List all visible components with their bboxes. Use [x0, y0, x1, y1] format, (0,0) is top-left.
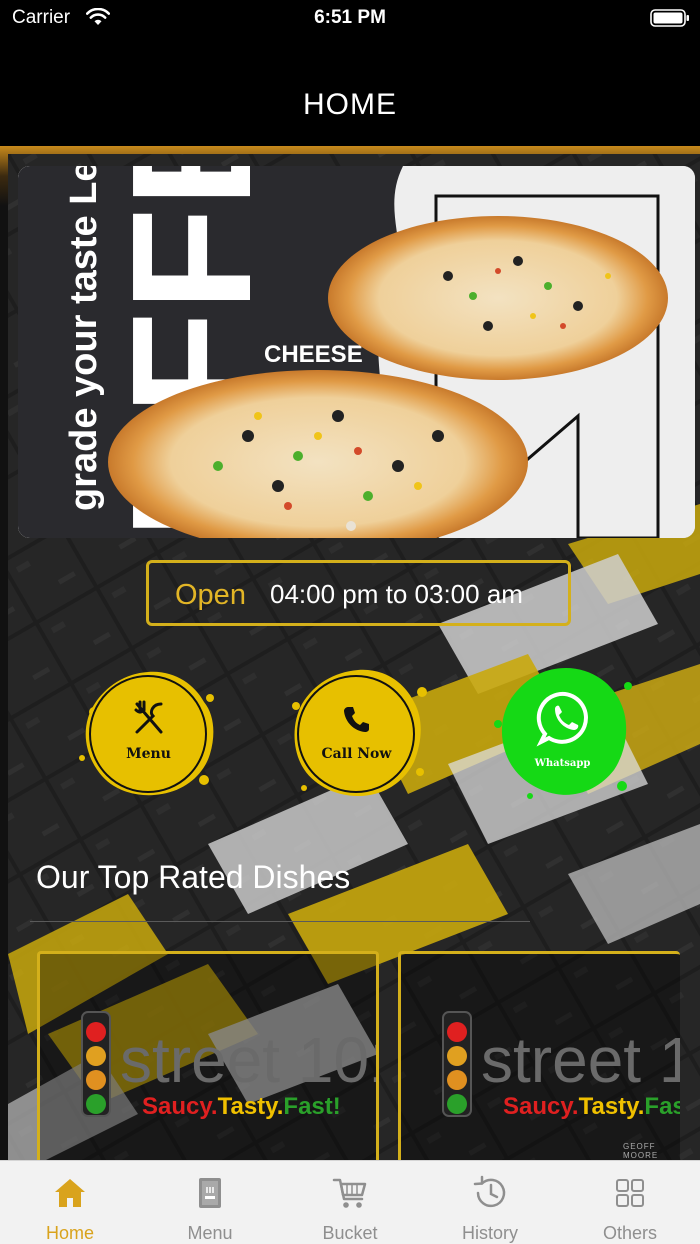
dish-card[interactable]: street 101 Saucy.Tasty.Fast! GEOFF MOORE	[398, 951, 680, 1160]
clock: 6:51 PM	[314, 7, 386, 28]
open-status: Open	[175, 579, 246, 611]
banner-cheese-label: CHEESE	[264, 341, 363, 368]
svg-text:Saucy.Tasty.Fast!: Saucy.Tasty.Fast!	[503, 1093, 680, 1120]
status-bar: Carrier 6:51 PM	[0, 0, 700, 40]
page-title: HOME	[303, 88, 397, 121]
whatsapp-label: Whatsapp	[534, 758, 591, 769]
menu-button[interactable]: Menu	[76, 662, 221, 807]
cart-icon	[332, 1178, 367, 1208]
promo-banner[interactable]: grade your taste Level UFFE CHEESE	[18, 166, 695, 538]
call-now-button[interactable]: Call Now	[284, 662, 429, 807]
dish-card[interactable]: street 101 Saucy.Tasty.Fast!	[37, 951, 379, 1160]
opening-hours-range: 04:00 pm to 03:00 am	[270, 579, 523, 609]
menu-button-label: Menu	[126, 746, 171, 762]
menu-book-icon	[199, 1178, 221, 1208]
tab-others-label: Others	[602, 1223, 658, 1243]
whatsapp-button[interactable]: Whatsapp	[490, 662, 635, 807]
tab-bucket[interactable]: Bucket	[280, 1161, 420, 1244]
history-icon	[473, 1175, 506, 1208]
tab-others[interactable]: Others	[560, 1161, 700, 1244]
fork-knife-icon	[134, 700, 163, 734]
svg-text:Saucy.Tasty.Fast!: Saucy.Tasty.Fast!	[142, 1093, 341, 1120]
tab-home-label: Home	[45, 1223, 94, 1243]
home-content[interactable]: grade your taste Level UFFE CHEESE Open …	[0, 146, 700, 1160]
phone-icon	[344, 707, 369, 732]
paint-splash-yellow	[292, 669, 427, 796]
carousel-indicator[interactable]	[346, 521, 356, 531]
pizza-promo-image: grade your taste Level UFFE CHEESE	[18, 166, 695, 538]
tab-bucket-label: Bucket	[322, 1223, 378, 1243]
app-header: HOME	[0, 40, 700, 146]
call-now-label: Call Now	[321, 746, 392, 762]
battery-icon	[650, 9, 689, 27]
section-divider	[30, 921, 530, 922]
dish-watermark: GEOFF MOORE	[623, 1142, 659, 1160]
street101-logo: street 101 Saucy.Tasty.Fast!	[81, 1011, 379, 1120]
asphalt-background: grade your taste Level UFFE CHEESE Open …	[8, 154, 700, 1160]
tab-history[interactable]: History	[420, 1161, 560, 1244]
tab-home[interactable]: Home	[0, 1161, 140, 1244]
tab-menu[interactable]: Menu	[140, 1161, 280, 1244]
tab-history-label: History	[461, 1223, 518, 1243]
svg-text:street 101: street 101	[481, 1024, 680, 1096]
svg-text:street 101: street 101	[120, 1024, 379, 1096]
grid-icon	[616, 1179, 644, 1207]
opening-hours-box: Open 04:00 pm to 03:00 am	[146, 560, 571, 626]
whatsapp-icon	[536, 691, 588, 747]
street101-logo: street 101 Saucy.Tasty.Fast!	[442, 1011, 680, 1120]
home-icon	[55, 1179, 85, 1207]
top-rated-title: Our Top Rated Dishes	[36, 859, 351, 895]
bottom-tab-bar: Home Menu Bucket History Others	[0, 1160, 700, 1244]
tab-menu-label: Menu	[187, 1223, 233, 1243]
